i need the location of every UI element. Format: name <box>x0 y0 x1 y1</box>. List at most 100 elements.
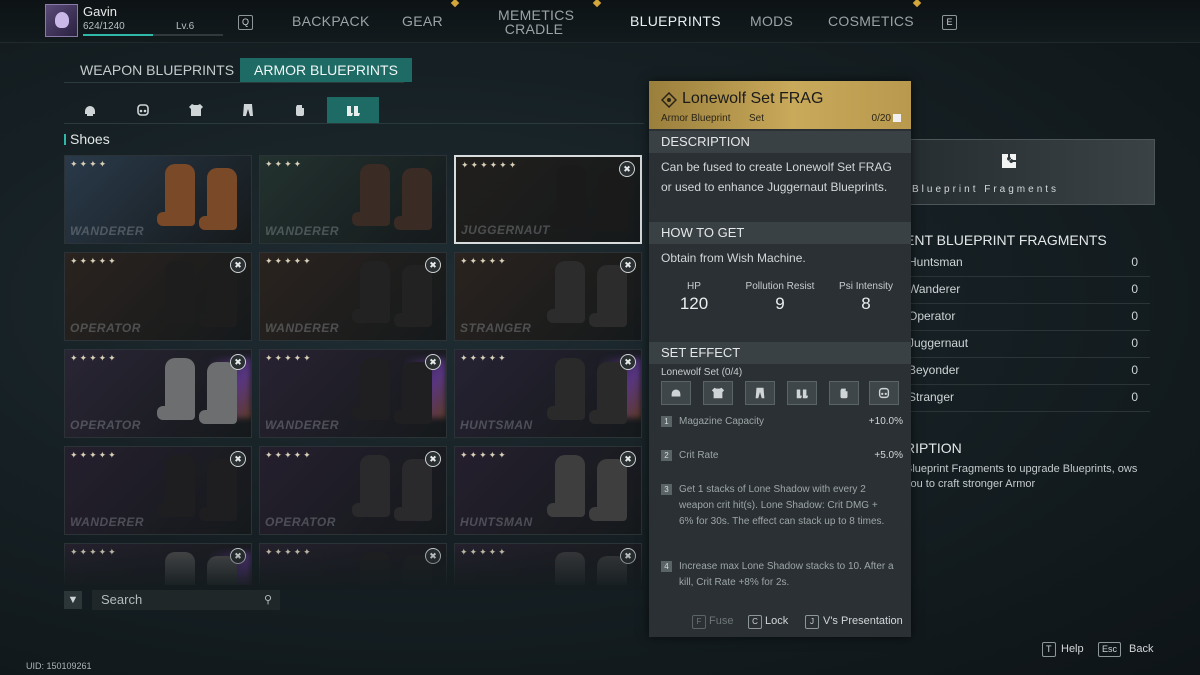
fragment-row: Huntsman 0 <box>905 250 1150 277</box>
back-label[interactable]: Back <box>1129 643 1153 655</box>
fuse-label[interactable]: Fuse <box>709 615 733 627</box>
help-label[interactable]: Help <box>1061 643 1084 655</box>
lock-label[interactable]: Lock <box>765 615 788 627</box>
stat-value: 120 <box>679 294 709 313</box>
boot-image <box>547 261 585 323</box>
category-mask[interactable] <box>117 97 169 123</box>
blueprint-grid: ✦✦✦✦ WANDERER ✦✦✦✦ WANDERER ✦✦✦✦✦✦ ✖ JUGGERNAU… <box>64 155 644 585</box>
boot-image <box>352 358 390 420</box>
help-key[interactable]: T <box>1042 642 1056 657</box>
stat-label: Psi Intensity <box>839 281 893 292</box>
blueprint-card[interactable]: ✦✦✦✦✦ ✖ WANDERER <box>259 252 447 341</box>
fragment-name: Operator <box>908 309 956 323</box>
boot-image <box>199 265 237 327</box>
filter-button[interactable]: ▼ <box>64 591 82 609</box>
stat-value: 9 <box>775 294 785 313</box>
top-bar: Gavin 624/1240 Lv.6 Q BACKPACK GEAR MEME… <box>0 0 1200 43</box>
rarity-stars: ✦✦✦✦✦ <box>70 256 118 266</box>
effect-value: +10.0% <box>868 416 903 427</box>
tab-weapon-blueprints[interactable]: WEAPON BLUEPRINTS <box>66 58 248 82</box>
set-piece-pants <box>745 381 775 405</box>
tab-memetics-label-2: CRADLE <box>504 21 564 37</box>
fuse-key[interactable]: F <box>692 615 706 629</box>
search-icon: ⚲ <box>263 594 272 606</box>
locked-icon: ✖ <box>425 354 441 370</box>
boot-image <box>394 459 432 521</box>
next-tab-key[interactable]: E <box>942 15 957 30</box>
blueprint-card[interactable]: ✦✦✦✦✦✦ ✖ JUGGERNAUT <box>454 155 642 244</box>
rarity-stars: ✦✦✦✦✦ <box>460 256 508 266</box>
tab-gear[interactable]: GEAR <box>402 13 443 29</box>
stat-pollution-resist: Pollution Resist 9 <box>737 281 823 314</box>
boot-image <box>590 169 628 231</box>
tab-armor-blueprints[interactable]: ARMOR BLUEPRINTS <box>240 58 412 82</box>
set-effect-3: 3 Get 1 stacks of Lone Shadow with every… <box>661 482 903 548</box>
rarity-stars: ✦✦✦✦✦ <box>265 450 313 460</box>
blueprint-card[interactable]: ✦✦✦✦✦ ✖ STRANGER <box>454 252 642 341</box>
blueprint-card[interactable]: ✦✦✦✦ WANDERER <box>64 155 252 244</box>
back-key[interactable]: Esc <box>1098 642 1122 657</box>
boot-image <box>547 358 585 420</box>
blueprint-card[interactable]: ✦✦✦✦✦ ✖ HUNTSMAN <box>454 446 642 535</box>
description-header: DESCRIPTION <box>649 131 911 153</box>
player-name: Gavin <box>83 4 117 19</box>
rarity-stars: ✦✦✦✦ <box>70 159 109 169</box>
category-helmet[interactable] <box>64 97 116 123</box>
blueprint-card[interactable]: ✦✦✦✦✦ ✖ WANDERER <box>259 349 447 438</box>
fragment-row: Juggernaut 0 <box>905 331 1150 358</box>
fragment-count: 0 <box>1131 309 1138 323</box>
boot-image <box>394 265 432 327</box>
boot-image <box>589 362 627 424</box>
description-text: Can be fused to create Lonewolf Set FRAG… <box>661 160 892 194</box>
set-piece-mask <box>869 381 899 405</box>
boot-image <box>589 459 627 521</box>
lock-key[interactable]: C <box>748 615 762 629</box>
grid-fade <box>64 545 644 590</box>
stat-value: 8 <box>861 294 871 313</box>
category-pants[interactable] <box>222 97 274 123</box>
boot-image <box>199 362 237 424</box>
tooltip-count: 0/20 <box>871 113 891 124</box>
boot-image <box>157 164 195 226</box>
presentation-key[interactable]: J <box>805 615 819 629</box>
category-chest[interactable] <box>170 97 222 123</box>
blueprint-card[interactable]: ✦✦✦✦✦ ✖ OPERATOR <box>64 252 252 341</box>
blueprint-card[interactable]: ✦✦✦✦ WANDERER <box>259 155 447 244</box>
fragment-name: Huntsman <box>908 255 963 269</box>
fragments-description-title: RIPTION <box>905 440 962 456</box>
fragment-name: Wanderer <box>908 282 961 296</box>
search-input[interactable]: Search ⚲ <box>92 590 280 610</box>
tab-memetics-cradle[interactable]: MEMETICS CRADLE <box>498 8 574 37</box>
brand-label: OPERATOR <box>70 321 141 335</box>
blueprint-icon <box>661 92 677 108</box>
stat-label: Pollution Resist <box>745 281 815 292</box>
presentation-label[interactable]: V's Presentation <box>823 615 903 627</box>
boot-image <box>157 261 195 323</box>
prev-tab-key[interactable]: Q <box>238 15 253 30</box>
category-shoes[interactable] <box>327 97 379 123</box>
stat-hp: HP 120 <box>651 281 737 314</box>
boot-image <box>157 358 195 420</box>
fragment-count: 0 <box>1131 363 1138 377</box>
rarity-stars: ✦✦✦✦✦✦ <box>461 160 519 170</box>
tab-mods[interactable]: MODS <box>750 13 793 29</box>
blueprint-card[interactable]: ✦✦✦✦✦ ✖ HUNTSMAN <box>454 349 642 438</box>
player-xp: 624/1240 <box>83 21 125 32</box>
brand-label: WANDERER <box>70 224 145 238</box>
section-title: Shoes <box>70 131 110 147</box>
blueprint-card[interactable]: ✦✦✦✦✦ ✖ OPERATOR <box>64 349 252 438</box>
effect-text: Get 1 stacks of Lone Shadow with every 2… <box>679 484 885 527</box>
blueprint-card[interactable]: ✦✦✦✦✦ ✖ WANDERER <box>64 446 252 535</box>
tooltip-title: Lonewolf Set FRAG <box>682 90 824 107</box>
blueprint-card[interactable]: ✦✦✦✦✦ ✖ OPERATOR <box>259 446 447 535</box>
fragment-count: 0 <box>1131 255 1138 269</box>
stat-label: HP <box>687 281 701 292</box>
set-effect-header: SET EFFECT <box>649 342 911 364</box>
player-avatar[interactable] <box>45 4 78 37</box>
tab-blueprints[interactable]: BLUEPRINTS <box>630 13 721 29</box>
category-gloves[interactable] <box>274 97 326 123</box>
tooltip-type: Armor Blueprint <box>661 113 731 124</box>
tab-cosmetics[interactable]: COSMETICS <box>828 13 914 29</box>
tab-backpack[interactable]: BACKPACK <box>292 13 370 29</box>
effect-text: Increase max Lone Shadow stacks to 10. A… <box>679 561 894 588</box>
